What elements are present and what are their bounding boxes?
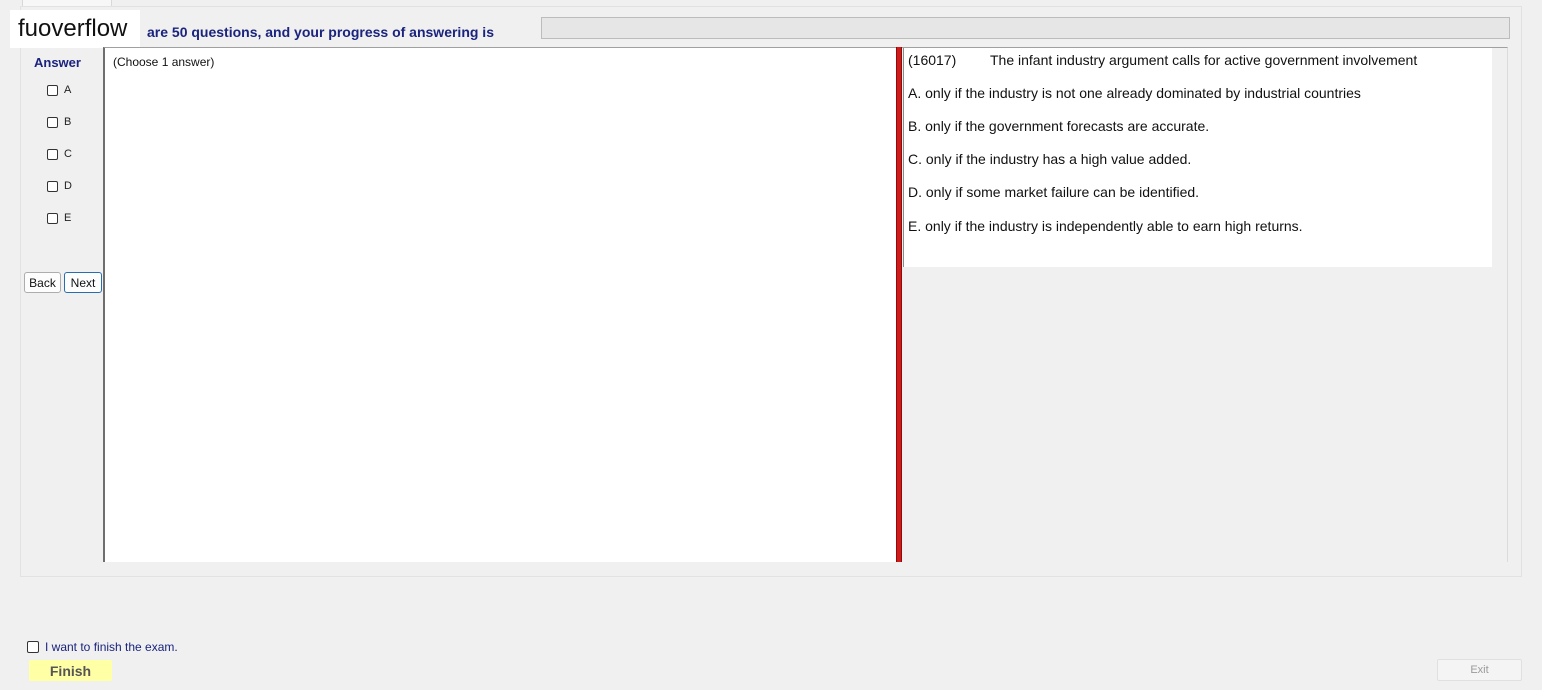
watermark-logo: fuoverflow <box>10 10 140 48</box>
answer-option-b[interactable]: B <box>47 115 71 129</box>
choice-b: B. only if the government forecasts are … <box>908 118 1210 134</box>
checkbox-d[interactable] <box>47 180 58 192</box>
finish-button[interactable]: Finish <box>29 660 112 681</box>
exam-window: are 50 questions, and your progress of a… <box>0 0 1542 690</box>
question-text: The infant industry argument calls for a… <box>990 52 1418 68</box>
checkbox-a[interactable] <box>47 84 58 96</box>
choice-a: A. only if the industry is not one alrea… <box>908 85 1361 101</box>
answer-option-a[interactable]: A <box>47 83 71 97</box>
next-button[interactable]: Next <box>64 272 102 293</box>
answer-option-e[interactable]: E <box>47 211 71 225</box>
progress-bar <box>541 17 1510 39</box>
option-label-d: D <box>64 180 72 192</box>
checkbox-b[interactable] <box>47 116 58 128</box>
checkbox-c[interactable] <box>47 148 58 160</box>
answer-option-c[interactable]: C <box>47 147 72 161</box>
back-button[interactable]: Back <box>24 272 61 293</box>
answer-notes-panel: (Choose 1 answer) <box>103 47 896 562</box>
answer-option-d[interactable]: D <box>47 179 72 193</box>
progress-text: are 50 questions, and your progress of a… <box>147 24 494 40</box>
choice-c: C. only if the industry has a high value… <box>908 151 1192 167</box>
question-panel: (16017) The infant industry argument cal… <box>903 48 1492 267</box>
option-label-b: B <box>64 116 72 128</box>
option-label-a: A <box>64 84 72 96</box>
choice-e: E. only if the industry is independently… <box>908 218 1303 234</box>
finish-confirm[interactable]: I want to finish the exam. <box>27 640 178 654</box>
answer-title: Answer <box>34 55 81 70</box>
option-label-e: E <box>64 212 72 224</box>
choose-instruction: (Choose 1 answer) <box>113 55 215 69</box>
option-label-c: C <box>64 148 72 160</box>
checkbox-e[interactable] <box>47 212 58 224</box>
question-id: (16017) <box>908 52 957 68</box>
exit-button[interactable]: Exit <box>1437 659 1522 681</box>
finish-checkbox-label: I want to finish the exam. <box>45 640 178 654</box>
question-line: (16017) The infant industry argument cal… <box>908 52 1417 68</box>
choice-d: D. only if some market failure can be id… <box>908 184 1200 200</box>
finish-checkbox[interactable] <box>27 641 39 653</box>
